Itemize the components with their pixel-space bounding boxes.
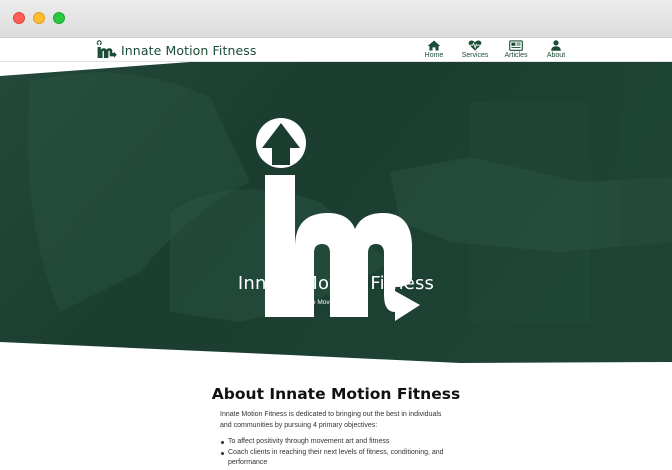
heart-pulse-icon	[468, 40, 482, 51]
list-item: To affect positivity through movement ar…	[220, 437, 452, 448]
nav-item-about[interactable]: About	[534, 40, 578, 59]
nav-label-articles: Articles	[504, 52, 528, 59]
list-item: Coach clients in reaching their next lev…	[220, 448, 452, 469]
brand-name: Innate Motion Fitness	[121, 42, 257, 58]
nav-label-home: Home	[424, 52, 444, 59]
site-navbar: Innate Motion Fitness Home Services Arti…	[0, 38, 672, 62]
nav-item-services[interactable]: Services	[453, 40, 497, 59]
minimize-window-button[interactable]	[33, 12, 45, 24]
brand-link[interactable]: Innate Motion Fitness	[95, 40, 257, 60]
hero-tagline: The Movement Within	[304, 299, 368, 306]
newspaper-icon	[509, 40, 523, 51]
nav-label-about: About	[546, 52, 566, 59]
browser-titlebar	[0, 0, 672, 38]
about-heading: About Innate Motion Fitness	[211, 385, 461, 403]
about-intro: Innate Motion Fitness is dedicated to br…	[220, 411, 442, 429]
nav-label-services: Services	[461, 52, 489, 59]
nav-item-articles[interactable]: Articles	[494, 40, 538, 59]
maximize-window-button[interactable]	[53, 12, 65, 24]
nav-item-home[interactable]: Home	[412, 40, 456, 59]
about-section: About Innate Motion Fitness Innate Motio…	[0, 382, 672, 470]
hero-title: Innate Motion Fitness	[237, 273, 435, 294]
user-icon	[551, 40, 561, 51]
objectives-list: To affect positivity through movement ar…	[220, 437, 452, 469]
home-icon	[427, 40, 441, 51]
hero-banner: Innate Motion Fitness The Movement Withi…	[0, 62, 672, 382]
brand-logo-icon	[96, 40, 117, 58]
close-window-button[interactable]	[13, 12, 25, 24]
